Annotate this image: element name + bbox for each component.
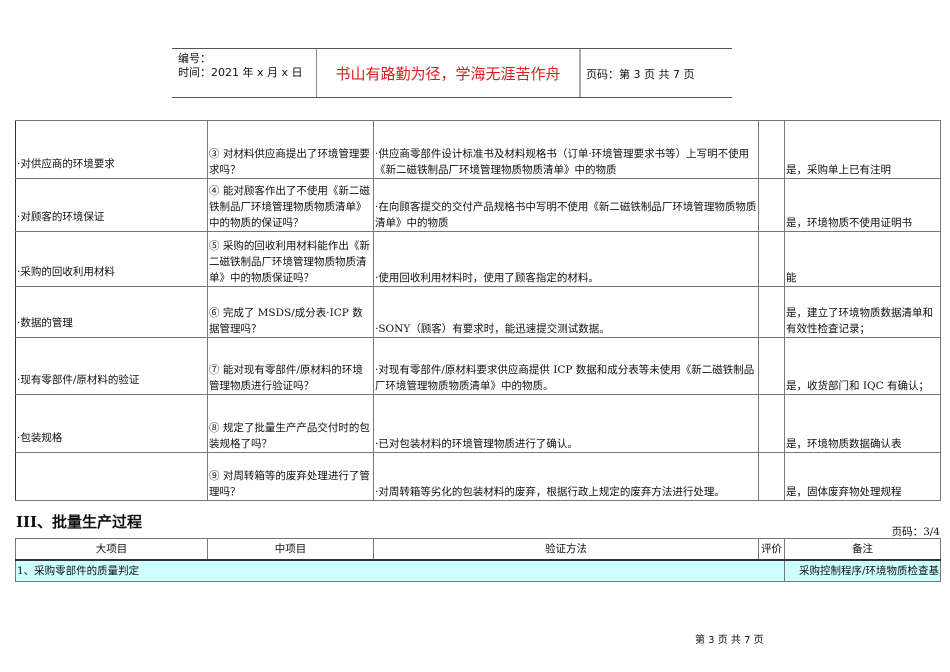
table-row: ·数据的管理 ⑥ 完成了 MSDS/成分表·ICP 数据管理吗？ ·SONY（顾客）… [15, 286, 941, 338]
table-row: ·对顾客的环境保证 ④ 能对顾客作出了不使用《新二磁铁制品厂环境管理物质物质清单》… [15, 178, 941, 232]
header-method: 验证方法 [373, 538, 759, 561]
number-label: 编号： [178, 52, 211, 65]
cell-note: 是，建立了环境物质数据清单和有效性检查记录； [784, 286, 941, 338]
cell-note: 是，环境物质数据确认表 [784, 394, 941, 453]
table-row: ·包装规格 ⑧ 规定了批量生产产品交付时的包装规格了吗？ ·已对包装材料的环境管理物… [15, 394, 941, 453]
header-meta: 编号： 时间：2021 年 x 月 x 日 [178, 52, 303, 80]
cell-eval [758, 394, 785, 453]
section-page: 页码：3/4 [891, 526, 940, 538]
cell-question: ⑥ 完成了 MSDS/成分表·ICP 数据管理吗？ [207, 286, 374, 338]
cell-question: ③ 对材料供应商提出了环境管理要求吗？ [207, 120, 374, 179]
cell-eval [758, 337, 785, 395]
cell-eval [758, 286, 785, 338]
time-label: 时间：2021 年 x 月 x 日 [178, 66, 303, 79]
table-header-row: 大项目 中项目 验证方法 评价 备注 [15, 538, 941, 561]
cell-note: 是，环境物质不使用证明书 [784, 178, 941, 232]
cell-eval [758, 178, 785, 232]
production-table: 大项目 中项目 验证方法 评价 备注 1、采购零部件的质量判定 采购控制程序/环… [15, 538, 941, 582]
cell-item: ·包装规格 [15, 394, 208, 453]
cell-item: ·采购的回收利用材料 [15, 231, 208, 287]
cell-note: 是，采购单上已有注明 [784, 120, 941, 179]
cell-method: ·供应商零部件设计标准书及材料规格书（订单·环境管理要求书等）上写明不使用《新二… [373, 120, 759, 179]
table-row: ·对供应商的环境要求 ③ 对材料供应商提出了环境管理要求吗？ ·供应商零部件设计标准… [15, 120, 941, 179]
cell-method: ·SONY（顾客）有要求时，能迅速提交测试数据。 [373, 286, 759, 338]
header-major: 大项目 [15, 538, 208, 561]
cell-question: ⑤ 采购的回收利用材料能作出《新二磁铁制品厂环境管理物质物质清单》中的物质保证吗… [207, 231, 374, 287]
table-row: ·采购的回收利用材料 ⑤ 采购的回收利用材料能作出《新二磁铁制品厂环境管理物质物质… [15, 231, 941, 287]
cell-question: ⑦ 能对现有零部件/原材料的环境管理物质进行验证吗？ [207, 337, 374, 395]
section-title: III、批量生产过程 [16, 513, 143, 531]
table-row: ·现有零部件/原材料的验证 ⑦ 能对现有零部件/原材料的环境管理物质进行验证吗？ ·… [15, 337, 941, 395]
cell-item: ·对供应商的环境要求 [15, 120, 208, 179]
cell-item: ·数据的管理 [15, 286, 208, 338]
cell-eval [758, 452, 785, 501]
cell-item: ·对顾客的环境保证 [15, 178, 208, 232]
verification-table: ·对供应商的环境要求 ③ 对材料供应商提出了环境管理要求吗？ ·供应商零部件设计标准… [15, 120, 941, 501]
cell-eval [758, 231, 785, 287]
cell-item: ·现有零部件/原材料的验证 [15, 337, 208, 395]
cell-question: ⑨ 对周转箱等的废弃处理进行了管理吗？ [207, 452, 374, 501]
header-eval: 评价 [758, 538, 785, 561]
row-note: 采购控制程序/环境物质检查基 [784, 559, 941, 582]
cell-question: ④ 能对顾客作出了不使用《新二磁铁制品厂环境管理物质物质清单》中的物质的保证吗？ [207, 178, 374, 232]
table-row: ⑨ 对周转箱等的废弃处理进行了管理吗？ ·对周转箱等劣化的包装材料的废弃，根据行政… [15, 452, 941, 501]
header-page-label: 页码：第 3 页 共 7 页 [586, 68, 695, 81]
cell-item [15, 452, 208, 501]
table-row: 1、采购零部件的质量判定 采购控制程序/环境物质检查基 [15, 559, 941, 582]
cell-method: ·已对包装材料的环境管理物质进行了确认。 [373, 394, 759, 453]
cell-method: ·对周转箱等劣化的包装材料的废弃，根据行政上规定的废弃方法进行处理。 [373, 452, 759, 501]
page-footer: 第 3 页 共 7 页 [695, 635, 764, 646]
cell-question: ⑧ 规定了批量生产产品交付时的包装规格了吗？ [207, 394, 374, 453]
cell-note: 是，收货部门和 IQC 有确认； [784, 337, 941, 395]
cell-note: 能 [784, 231, 941, 287]
cell-eval [758, 120, 785, 179]
header-middle: 中项目 [207, 538, 374, 561]
cell-method: ·对现有零部件/原材料要求供应商提供 ICP 数据和成分表等未使用《新二磁铁制品… [373, 337, 759, 395]
motto: 书山有路勤为径，学海无涯苦作舟 [316, 49, 581, 97]
page-header: 编号： 时间：2021 年 x 月 x 日 书山有路勤为径，学海无涯苦作舟 页码… [172, 48, 732, 98]
header-note: 备注 [784, 538, 941, 561]
row-item: 1、采购零部件的质量判定 [15, 559, 785, 582]
cell-method: ·在向顾客提交的交付产品规格书中写明不使用《新二磁铁制品厂环境管理物质物质清单》… [373, 178, 759, 232]
cell-note: 是，固体废弃物处理规程 [784, 452, 941, 501]
cell-method: ·使用回收利用材料时，使用了顾客指定的材料。 [373, 231, 759, 287]
